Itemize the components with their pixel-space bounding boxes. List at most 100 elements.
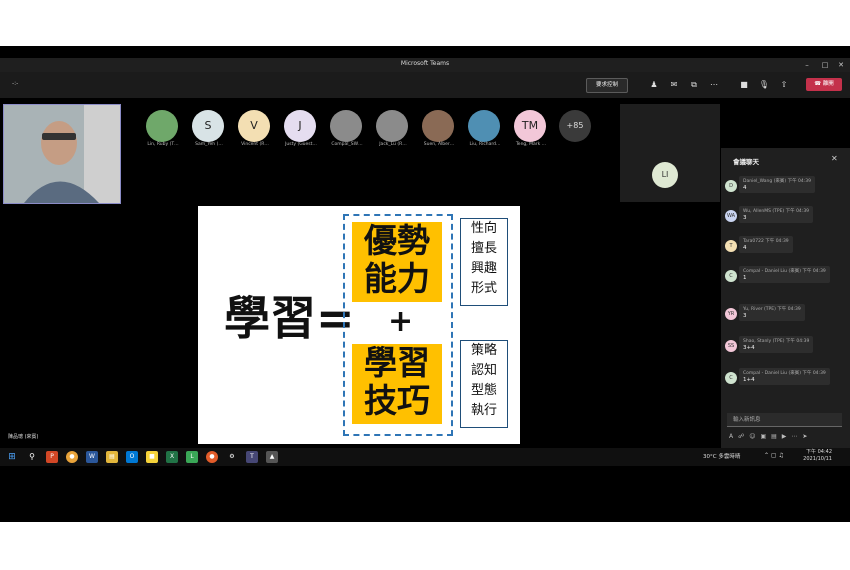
chat-input[interactable]: 輸入新訊息 bbox=[727, 413, 842, 427]
participant-avatar: TM bbox=[514, 110, 546, 142]
participant-avatar bbox=[422, 110, 454, 142]
chat-message-text: 1 bbox=[743, 275, 747, 281]
chat-time: 下午 04:39 bbox=[785, 209, 810, 214]
participant-tile[interactable]: J Justy (Guest… bbox=[284, 110, 328, 154]
breakout-rooms-icon[interactable]: ⧉ bbox=[688, 79, 700, 91]
word-icon[interactable]: W bbox=[86, 451, 98, 463]
hangup-icon: ☎ bbox=[814, 81, 822, 87]
participant-tile[interactable]: Jack_Lu (R… bbox=[376, 110, 420, 154]
chat-sender: Tara0722 bbox=[743, 239, 764, 244]
participant-tile[interactable]: Liu, Richard… bbox=[468, 110, 512, 154]
participant-tile[interactable]: Lin, Ruby (T… bbox=[146, 110, 190, 154]
slide-top-side-2: 擅長 bbox=[470, 241, 497, 256]
windows-start-icon[interactable]: ⊞ bbox=[6, 451, 18, 463]
participant-avatar bbox=[146, 110, 178, 142]
tray-icons[interactable]: ⌃ ▢ ♫ bbox=[764, 452, 784, 459]
leave-button[interactable]: ☎ 離開 bbox=[806, 78, 842, 91]
chat-avatar: C bbox=[725, 372, 737, 384]
slide-bottom-line-2: 技巧 bbox=[364, 381, 430, 420]
share-icon[interactable]: ⇧ bbox=[778, 79, 790, 91]
meeting-chat-panel: 會議聊天 ✕ D Daniel_Wang (來賓) 下午 04:39 4 WA Wu, … bbox=[721, 148, 850, 448]
chat-sender: Compal - Daniel Liu (來賓) bbox=[743, 269, 801, 274]
participant-tile[interactable]: TM Teng, Mark … bbox=[514, 110, 558, 154]
slide-left-text: 學習= bbox=[224, 291, 355, 345]
sticky-notes-icon[interactable]: ■ bbox=[146, 451, 158, 463]
settings-icon[interactable]: ⚙ bbox=[226, 451, 238, 463]
emoji-icon[interactable]: ☺ bbox=[749, 433, 760, 440]
chat-message-header: Compal - Daniel Liu (來賓) 下午 04:39 bbox=[743, 370, 826, 376]
slide-top-side-1: 性向 bbox=[470, 221, 497, 236]
window-title: Microsoft Teams bbox=[400, 60, 450, 67]
format-icon[interactable]: A bbox=[729, 433, 738, 440]
participant-avatar bbox=[376, 110, 408, 142]
chat-icon[interactable]: ✉ bbox=[668, 79, 680, 91]
participant-tile-li[interactable] bbox=[620, 104, 720, 202]
chrome-icon[interactable]: ● bbox=[66, 451, 78, 463]
camera-icon[interactable]: ■ bbox=[738, 79, 750, 91]
chat-message-text: 4 bbox=[743, 185, 747, 191]
chat-time: 下午 04:39 bbox=[765, 239, 789, 244]
windows-taskbar: ⊞ ⚲ P ● W ▤ O ■ X L ● ⚙ T ▲ 30°C 多雲時晴 ⌃ … bbox=[0, 448, 850, 466]
presenter-video-image bbox=[4, 105, 120, 203]
maximize-icon[interactable]: □ bbox=[818, 60, 832, 70]
participant-tile[interactable]: S Sam_Yeh (… bbox=[192, 110, 236, 154]
participant-name: Teng, Mark … bbox=[515, 142, 547, 147]
chat-sender: Compal - Daniel Liu (來賓) bbox=[743, 371, 801, 376]
participant-tile[interactable]: Compal_SW… bbox=[330, 110, 374, 154]
chat-toolbar: A☍☺▣▤▶⋯➤ bbox=[729, 433, 844, 443]
participant-tile[interactable]: Suen, Alber… bbox=[422, 110, 466, 154]
participant-avatar: J bbox=[284, 110, 316, 142]
sticker-icon[interactable]: ▤ bbox=[771, 433, 782, 440]
slide-bottom-line-1: 學習 bbox=[364, 343, 430, 382]
line-icon[interactable]: L bbox=[186, 451, 198, 463]
weather-status[interactable]: 30°C 多雲時晴 bbox=[703, 452, 740, 460]
mic-off-icon[interactable]: 🎙 bbox=[758, 79, 770, 91]
slide-top-line-1: 優勢 bbox=[364, 221, 430, 260]
participant-tile[interactable]: V Vincent (R… bbox=[238, 110, 282, 154]
close-chat-icon[interactable]: ✕ bbox=[831, 154, 838, 163]
chat-message-header: Wu, AllenMS (TPE) 下午 04:39 bbox=[743, 208, 809, 214]
people-icon[interactable]: ♟ bbox=[648, 79, 660, 91]
attach-icon[interactable]: ☍ bbox=[738, 433, 749, 440]
presenter-name: 陳品璁 (來賓) bbox=[8, 434, 39, 440]
participant-avatar bbox=[468, 110, 500, 142]
chat-bubble: Wu, AllenMS (TPE) 下午 04:39 3 bbox=[739, 206, 814, 223]
more-participants-badge[interactable]: +85 bbox=[559, 110, 591, 142]
chat-bubble: Yu, River (TPE) 下午 04:39 3 bbox=[739, 304, 805, 321]
search-icon[interactable]: ⚲ bbox=[26, 451, 38, 463]
minimize-icon[interactable]: – bbox=[800, 60, 814, 70]
teams-icon[interactable]: T bbox=[246, 451, 258, 463]
chat-bubble: Tara0722 下午 04:39 4 bbox=[739, 236, 793, 253]
send-icon[interactable]: ➤ bbox=[802, 433, 812, 440]
chat-sender: Wu, AllenMS (TPE) bbox=[743, 209, 785, 214]
excel-icon[interactable]: X bbox=[166, 451, 178, 463]
clock[interactable]: 下午 04:42 2021/10/11 bbox=[796, 449, 832, 463]
browser-icon[interactable]: ● bbox=[206, 451, 218, 463]
chat-sender: Yu, River (TPE) bbox=[743, 307, 776, 312]
self-video bbox=[3, 104, 121, 204]
chat-message-header: Yu, River (TPE) 下午 04:39 bbox=[743, 306, 801, 312]
slide-bottom-side-4: 執行 bbox=[470, 403, 497, 418]
gif-icon[interactable]: ▣ bbox=[760, 433, 771, 440]
slide-plus-sign: + bbox=[388, 304, 414, 339]
chat-message-text: 3 bbox=[743, 313, 747, 319]
more-actions-icon[interactable]: ⋯ bbox=[708, 79, 720, 91]
clock-time: 下午 04:42 bbox=[806, 449, 832, 455]
slide-top-side-3: 興趣 bbox=[470, 261, 497, 276]
slide-bottom-side-1: 策略 bbox=[470, 343, 497, 358]
photos-icon[interactable]: ▲ bbox=[266, 451, 278, 463]
powerpoint-icon[interactable]: P bbox=[46, 451, 58, 463]
slide-bottom-box: 學習 技巧 bbox=[352, 344, 442, 424]
outlook-icon[interactable]: O bbox=[126, 451, 138, 463]
close-window-icon[interactable]: ✕ bbox=[834, 60, 848, 70]
leave-label: 離開 bbox=[822, 81, 834, 87]
file-explorer-icon[interactable]: ▤ bbox=[106, 451, 118, 463]
slide-bottom-side-2: 認知 bbox=[470, 363, 497, 378]
more-options-icon[interactable]: ⋯ bbox=[791, 433, 802, 440]
chat-time: 下午 04:39 bbox=[785, 339, 810, 344]
chat-message-header: Tara0722 下午 04:39 bbox=[743, 238, 789, 244]
request-control-button[interactable]: 要求控制 bbox=[586, 78, 628, 93]
meet-icon[interactable]: ▶ bbox=[782, 433, 792, 440]
title-bar: Microsoft Teams – □ ✕ bbox=[0, 58, 850, 72]
meeting-timer: -:- bbox=[12, 80, 19, 87]
